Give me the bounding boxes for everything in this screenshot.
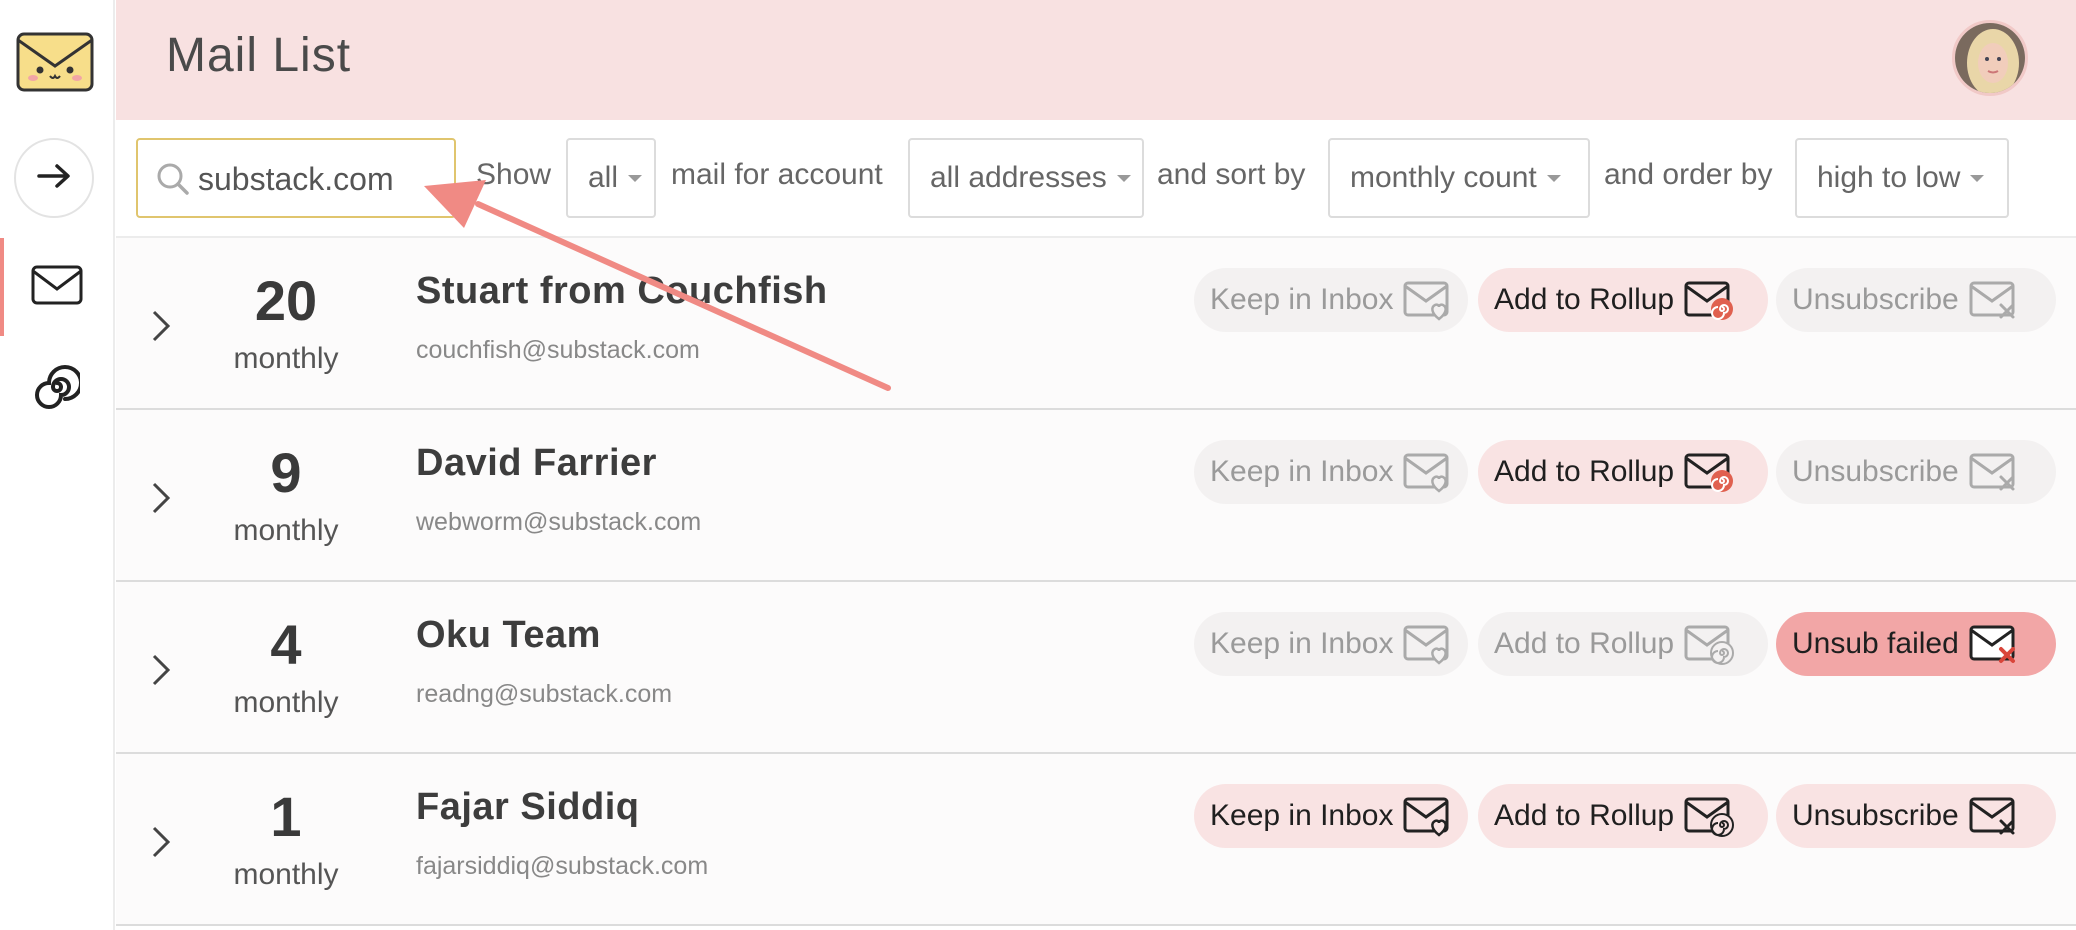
monthly-count: 1 bbox=[270, 785, 302, 848]
unsubscribe-button[interactable]: Unsubscribe bbox=[1776, 440, 2056, 504]
add-to-rollup-button[interactable]: Add to Rollup bbox=[1478, 440, 1768, 504]
envelope-icon bbox=[31, 265, 83, 310]
chevron-down-icon bbox=[1546, 174, 1561, 182]
add-to-rollup-button[interactable]: Add to Rollup bbox=[1478, 784, 1768, 848]
sender-email: webworm@substack.com bbox=[416, 508, 702, 536]
envelope-heart-icon bbox=[1401, 793, 1455, 839]
forward-button[interactable] bbox=[14, 138, 94, 218]
envelope-spiral-icon bbox=[1682, 793, 1736, 839]
expand-chevron-icon[interactable] bbox=[146, 822, 176, 862]
list-item: 4 monthly Oku Team readng@substack.com K… bbox=[116, 582, 2076, 754]
order-select-value: high to low bbox=[1817, 161, 1961, 194]
list-item: 1 monthly Fajar Siddiq fajarsiddiq@subst… bbox=[116, 754, 2076, 926]
unsubscribe-button[interactable]: Unsubscribe bbox=[1776, 268, 2056, 332]
sort-select[interactable]: monthly count bbox=[1328, 138, 1590, 218]
show-label: Show bbox=[476, 158, 552, 191]
keep-in-inbox-button[interactable]: Keep in Inbox bbox=[1194, 440, 1468, 504]
sender-email: fajarsiddiq@substack.com bbox=[416, 852, 709, 880]
keep-in-inbox-button[interactable]: Keep in Inbox bbox=[1194, 268, 1468, 332]
unsub-label: Unsubscribe bbox=[1792, 799, 1959, 832]
expand-chevron-icon[interactable] bbox=[146, 306, 176, 346]
account-select[interactable]: all addresses bbox=[908, 138, 1144, 218]
count-period: monthly bbox=[233, 858, 339, 891]
search-icon bbox=[156, 162, 190, 201]
count-period: monthly bbox=[233, 686, 339, 719]
envelope-spiral-icon bbox=[1682, 621, 1736, 667]
unsub-label: Unsubscribe bbox=[1792, 455, 1959, 488]
sender-name: Oku Team bbox=[416, 614, 601, 656]
envelope-x-icon bbox=[1967, 277, 2021, 323]
envelope-spiral-icon bbox=[1682, 449, 1736, 495]
expand-chevron-icon[interactable] bbox=[146, 650, 176, 690]
sender-name: Stuart from Couchfish bbox=[416, 270, 828, 312]
avatar[interactable] bbox=[1952, 20, 2028, 96]
show-select-value: all bbox=[588, 161, 619, 194]
envelope-mascot-icon[interactable] bbox=[15, 26, 95, 94]
sender-email: readng@substack.com bbox=[416, 680, 673, 708]
count-period: monthly bbox=[233, 514, 339, 547]
sidebar-item-rollup[interactable] bbox=[0, 340, 113, 438]
rollup-label: Add to Rollup bbox=[1494, 455, 1675, 488]
sender-email: couchfish@substack.com bbox=[416, 336, 700, 364]
page-title: Mail List bbox=[166, 29, 352, 82]
add-to-rollup-button[interactable]: Add to Rollup bbox=[1478, 268, 1768, 332]
envelope-x-icon bbox=[1967, 449, 2021, 495]
chevron-down-icon bbox=[1970, 174, 1985, 182]
unsubscribe-button[interactable]: Unsubscribe bbox=[1776, 784, 2056, 848]
rollup-label: Add to Rollup bbox=[1494, 799, 1675, 832]
add-to-rollup-button[interactable]: Add to Rollup bbox=[1478, 612, 1768, 676]
chevron-down-icon bbox=[1116, 174, 1131, 182]
unsub-failed-button[interactable]: Unsub failed bbox=[1776, 612, 2056, 676]
list-item: 20 monthly Stuart from Couchfish couchfi… bbox=[116, 238, 2076, 410]
sender-name: Fajar Siddiq bbox=[416, 786, 640, 828]
monthly-count: 4 bbox=[270, 613, 302, 676]
sidebar bbox=[0, 0, 115, 930]
unsub-label: Unsub failed bbox=[1792, 627, 1959, 660]
keep-label: Keep in Inbox bbox=[1210, 455, 1394, 488]
search-input[interactable] bbox=[198, 152, 448, 206]
keep-label: Keep in Inbox bbox=[1210, 799, 1394, 832]
order-select[interactable]: high to low bbox=[1795, 138, 2009, 218]
account-label: mail for account bbox=[671, 158, 883, 191]
sort-select-value: monthly count bbox=[1350, 161, 1537, 194]
envelope-heart-icon bbox=[1401, 277, 1455, 323]
keep-label: Keep in Inbox bbox=[1210, 627, 1394, 660]
monthly-count: 20 bbox=[254, 269, 318, 332]
chevron-down-icon bbox=[628, 174, 643, 182]
expand-chevron-icon[interactable] bbox=[146, 478, 176, 518]
sidebar-item-mail-list[interactable] bbox=[0, 238, 113, 336]
search-box[interactable] bbox=[136, 138, 456, 218]
monthly-count: 9 bbox=[270, 441, 302, 504]
keep-label: Keep in Inbox bbox=[1210, 283, 1394, 316]
count-period: monthly bbox=[233, 342, 339, 375]
filter-toolbar: Show all mail for account all addresses … bbox=[116, 120, 2076, 238]
envelope-spiral-icon bbox=[1682, 277, 1736, 323]
envelope-x-icon bbox=[1967, 793, 2021, 839]
arrow-right-icon bbox=[37, 163, 71, 194]
envelope-x-icon bbox=[1967, 621, 2021, 667]
mail-list: 20 monthly Stuart from Couchfish couchfi… bbox=[116, 238, 2076, 926]
rollup-label: Add to Rollup bbox=[1494, 283, 1675, 316]
envelope-heart-icon bbox=[1401, 621, 1455, 667]
account-select-value: all addresses bbox=[930, 161, 1107, 194]
page-header: Mail List bbox=[116, 0, 2076, 120]
sort-label: and sort by bbox=[1157, 158, 1306, 191]
unsub-label: Unsubscribe bbox=[1792, 283, 1959, 316]
keep-in-inbox-button[interactable]: Keep in Inbox bbox=[1194, 784, 1468, 848]
envelope-heart-icon bbox=[1401, 449, 1455, 495]
show-select[interactable]: all bbox=[566, 138, 656, 218]
order-label: and order by bbox=[1604, 158, 1773, 191]
sender-name: David Farrier bbox=[416, 442, 657, 484]
list-item: 9 monthly David Farrier webworm@substack… bbox=[116, 410, 2076, 582]
keep-in-inbox-button[interactable]: Keep in Inbox bbox=[1194, 612, 1468, 676]
rollup-label: Add to Rollup bbox=[1494, 627, 1675, 660]
spiral-icon bbox=[34, 364, 83, 415]
